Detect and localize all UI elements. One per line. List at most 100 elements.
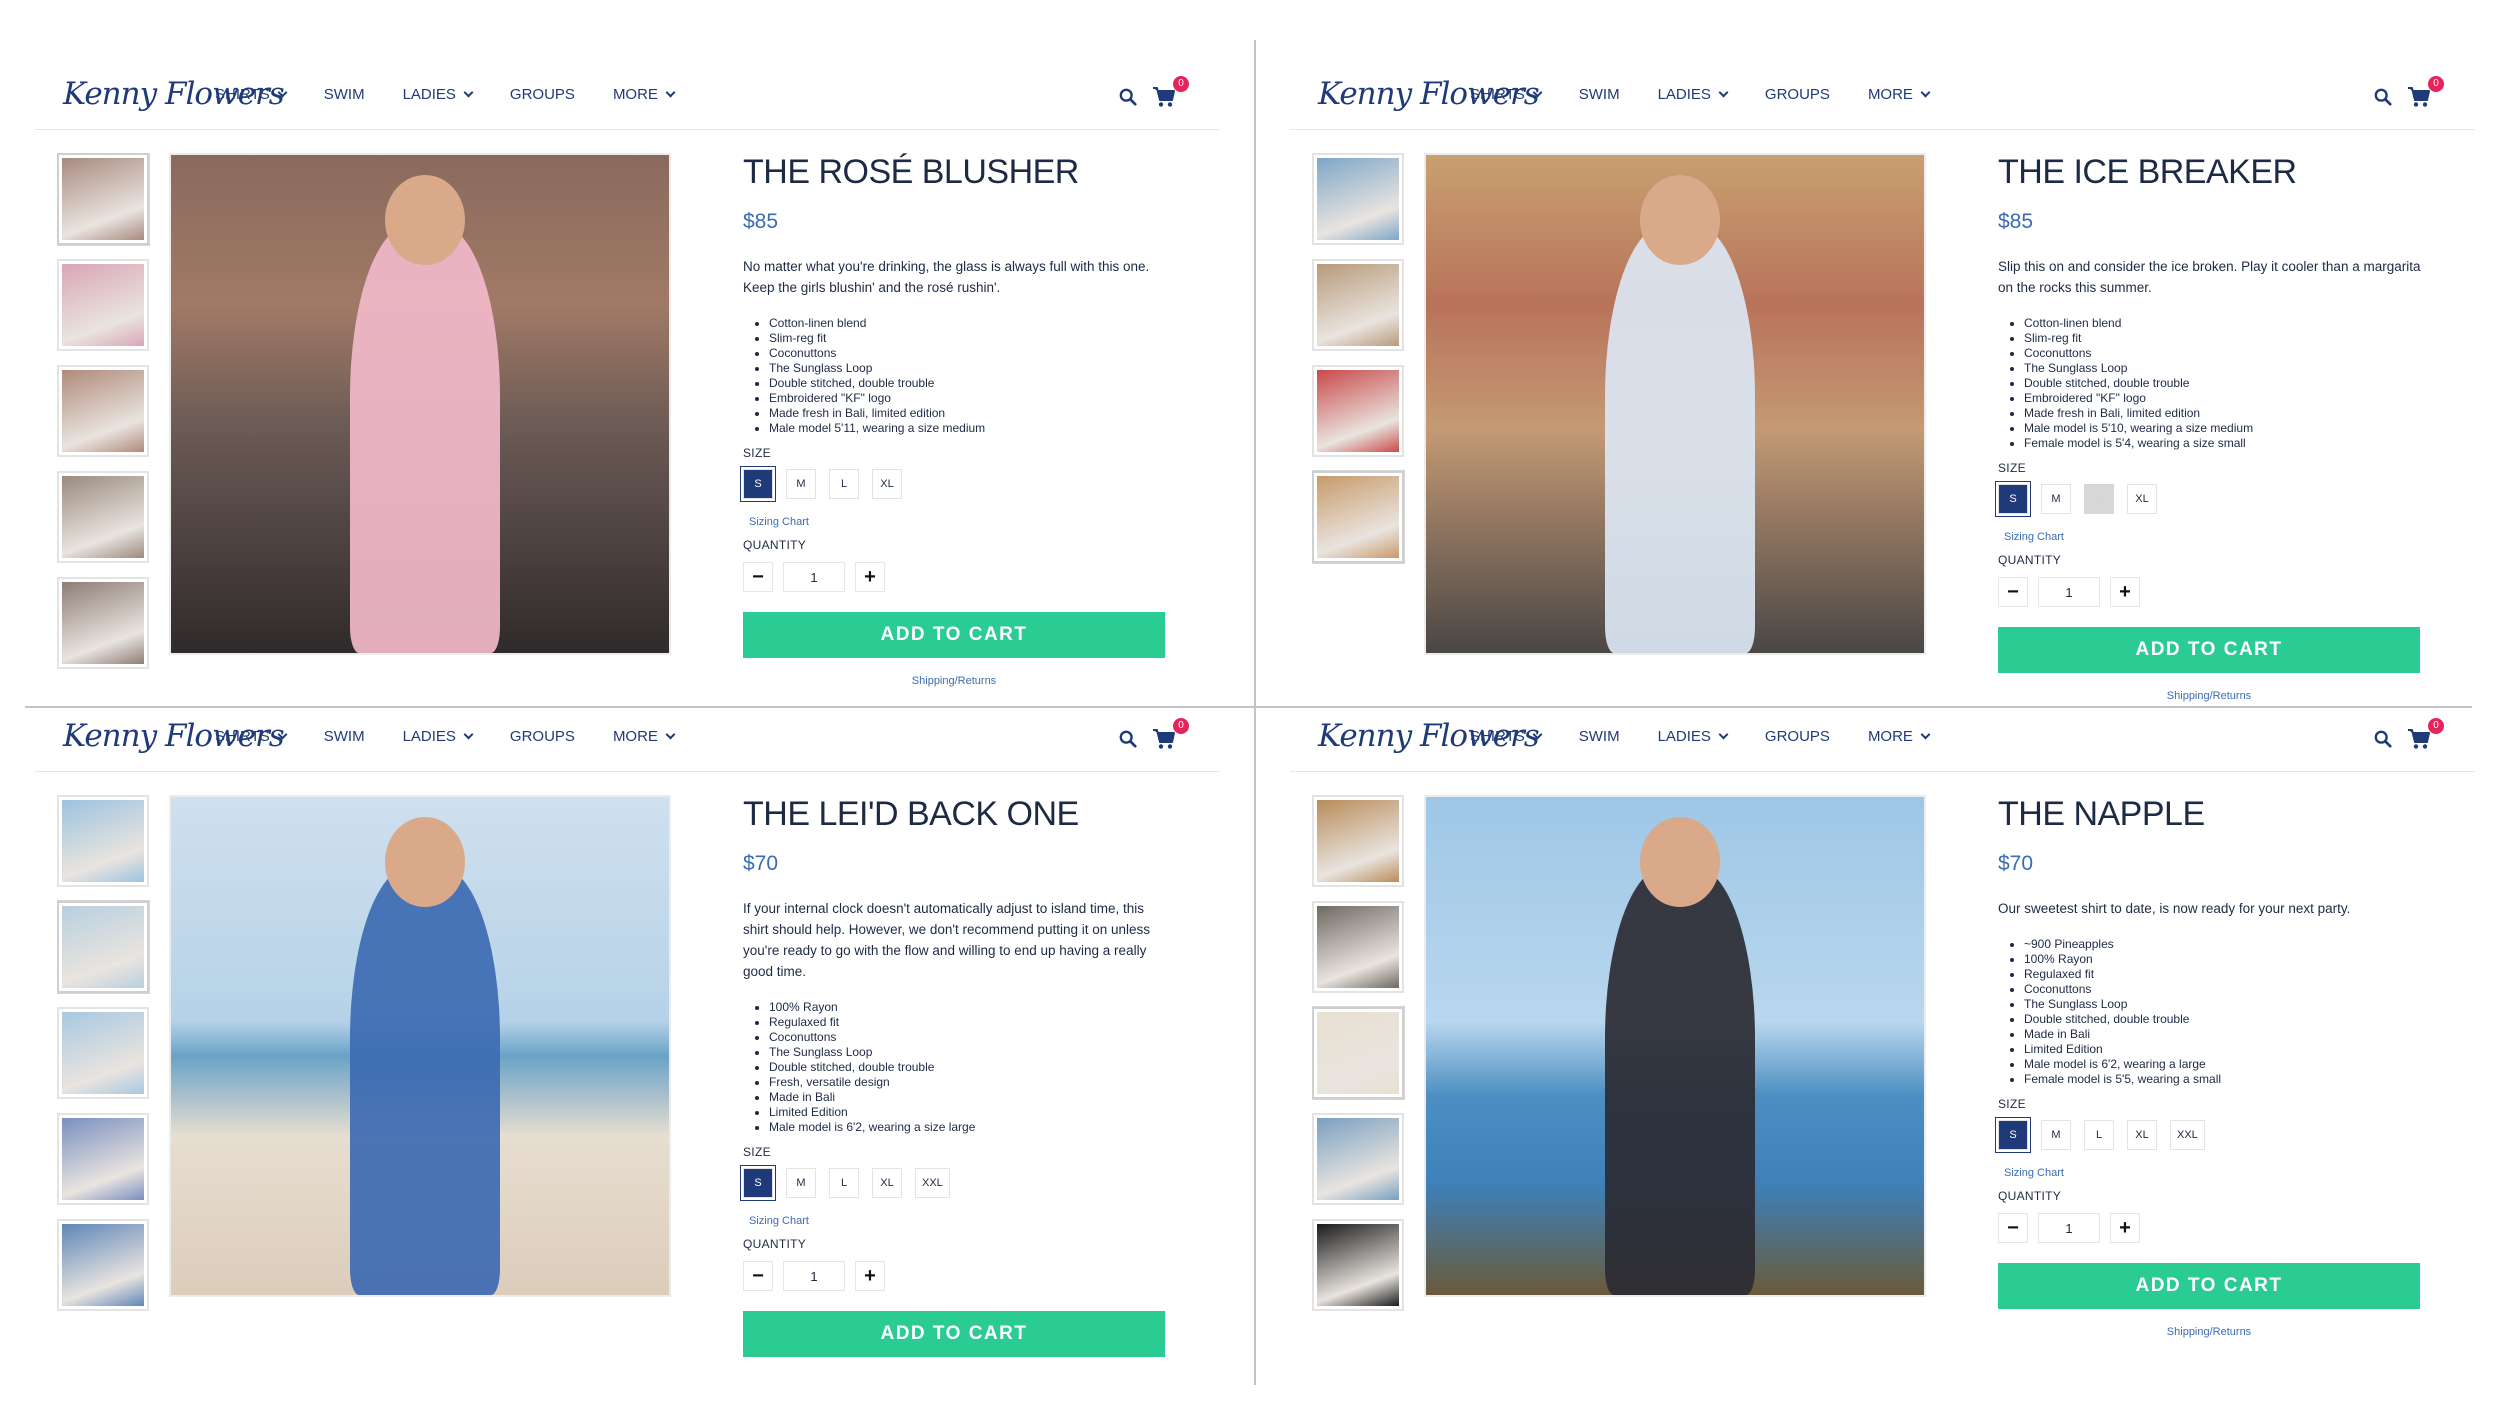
- sizing-chart-link[interactable]: Sizing Chart: [2004, 531, 2428, 543]
- quantity-input[interactable]: 1: [783, 1261, 845, 1291]
- product-thumbnail[interactable]: [1312, 1113, 1404, 1205]
- product-thumbnail[interactable]: [57, 259, 149, 351]
- quantity-input[interactable]: 1: [2038, 577, 2100, 607]
- nav-item-more[interactable]: MORE: [1868, 728, 1931, 745]
- search-icon[interactable]: [2374, 730, 2392, 748]
- cart-icon[interactable]: [1152, 728, 1176, 750]
- add-to-cart-button[interactable]: ADD TO CART: [743, 1311, 1165, 1357]
- product-thumbnail[interactable]: [1312, 471, 1404, 563]
- product-main-image[interactable]: [169, 795, 671, 1297]
- product-main-image[interactable]: [1424, 795, 1926, 1297]
- quantity-increase-button[interactable]: +: [2110, 1213, 2140, 1243]
- thumbnail-image: [62, 906, 144, 988]
- cart-icon[interactable]: [2407, 728, 2431, 750]
- shipping-returns-link[interactable]: Shipping/Returns: [743, 675, 1165, 687]
- size-option-s[interactable]: S: [743, 1168, 773, 1198]
- size-option-l[interactable]: L: [2084, 484, 2114, 514]
- shipping-returns-link[interactable]: Shipping/Returns: [1998, 1326, 2420, 1338]
- nav-item-groups[interactable]: GROUPS: [510, 728, 575, 745]
- product-thumbnail[interactable]: [1312, 1219, 1404, 1311]
- add-to-cart-button[interactable]: ADD TO CART: [743, 612, 1165, 658]
- nav-item-ladies[interactable]: LADIES: [403, 728, 474, 745]
- nav-item-swim[interactable]: SWIM: [1579, 728, 1620, 745]
- product-thumbnail[interactable]: [57, 153, 149, 245]
- thumbnail-strip[interactable]: [1312, 795, 1408, 1315]
- size-option-m[interactable]: M: [2041, 1120, 2071, 1150]
- product-thumbnail[interactable]: [1312, 259, 1404, 351]
- nav-item-more[interactable]: MORE: [613, 86, 676, 103]
- quantity-decrease-button[interactable]: −: [1998, 1213, 2028, 1243]
- product-thumbnail[interactable]: [57, 901, 149, 993]
- search-icon[interactable]: [1119, 730, 1137, 748]
- size-option-m[interactable]: M: [786, 1168, 816, 1198]
- cart-icon[interactable]: [1152, 86, 1176, 108]
- nav-item-groups[interactable]: GROUPS: [1765, 86, 1830, 103]
- product-thumbnail[interactable]: [57, 1113, 149, 1205]
- add-to-cart-button[interactable]: ADD TO CART: [1998, 1263, 2420, 1309]
- quantity-decrease-button[interactable]: −: [1998, 577, 2028, 607]
- search-icon[interactable]: [2374, 88, 2392, 106]
- quantity-decrease-button[interactable]: −: [743, 562, 773, 592]
- nav-item-groups[interactable]: GROUPS: [1765, 728, 1830, 745]
- product-main-image[interactable]: [169, 153, 671, 655]
- quantity-label: QUANTITY: [1998, 1189, 2062, 1203]
- size-option-xxl[interactable]: XXL: [2170, 1120, 2205, 1150]
- nav-item-more[interactable]: MORE: [613, 728, 676, 745]
- quantity-increase-button[interactable]: +: [855, 1261, 885, 1291]
- size-selector: S M L XL XXL: [1998, 1120, 2428, 1150]
- size-option-xxl[interactable]: XXL: [915, 1168, 950, 1198]
- quantity-increase-button[interactable]: +: [2110, 577, 2140, 607]
- size-option-l[interactable]: L: [829, 469, 859, 499]
- nav-item-shirts[interactable]: SHIRTS: [215, 86, 288, 103]
- quantity-input[interactable]: 1: [2038, 1213, 2100, 1243]
- thumbnail-image: [62, 1118, 144, 1200]
- product-thumbnail[interactable]: [1312, 901, 1404, 993]
- nav-item-ladies[interactable]: LADIES: [1658, 86, 1729, 103]
- nav-item-ladies[interactable]: LADIES: [403, 86, 474, 103]
- nav-item-swim[interactable]: SWIM: [324, 728, 365, 745]
- thumbnail-strip[interactable]: [57, 153, 153, 673]
- add-to-cart-button[interactable]: ADD TO CART: [1998, 627, 2420, 673]
- cart-icon[interactable]: [2407, 86, 2431, 108]
- nav-item-groups[interactable]: GROUPS: [510, 86, 575, 103]
- size-option-l[interactable]: L: [829, 1168, 859, 1198]
- size-option-xl[interactable]: XL: [872, 469, 902, 499]
- size-option-s[interactable]: S: [1998, 1120, 2028, 1150]
- quantity-increase-button[interactable]: +: [855, 562, 885, 592]
- nav-item-shirts[interactable]: SHIRTS: [1470, 728, 1543, 745]
- search-icon[interactable]: [1119, 88, 1137, 106]
- product-thumbnail[interactable]: [1312, 795, 1404, 887]
- product-thumbnail[interactable]: [57, 471, 149, 563]
- size-option-xl[interactable]: XL: [2127, 484, 2157, 514]
- quantity-decrease-button[interactable]: −: [743, 1261, 773, 1291]
- size-option-s[interactable]: S: [743, 469, 773, 499]
- sizing-chart-link[interactable]: Sizing Chart: [749, 1215, 1173, 1227]
- nav-item-shirts[interactable]: SHIRTS: [215, 728, 288, 745]
- product-thumbnail[interactable]: [1312, 365, 1404, 457]
- product-thumbnail[interactable]: [57, 795, 149, 887]
- product-thumbnail[interactable]: [57, 1007, 149, 1099]
- sizing-chart-link[interactable]: Sizing Chart: [2004, 1167, 2428, 1179]
- nav-item-swim[interactable]: SWIM: [1579, 86, 1620, 103]
- thumbnail-strip[interactable]: [57, 795, 153, 1315]
- product-main-image[interactable]: [1424, 153, 1926, 655]
- product-thumbnail[interactable]: [1312, 1007, 1404, 1099]
- product-thumbnail[interactable]: [1312, 153, 1404, 245]
- feature-item: ~900 Pineapples: [2024, 937, 2428, 952]
- nav-item-swim[interactable]: SWIM: [324, 86, 365, 103]
- size-option-m[interactable]: M: [2041, 484, 2071, 514]
- product-thumbnail[interactable]: [57, 365, 149, 457]
- sizing-chart-link[interactable]: Sizing Chart: [749, 516, 1173, 528]
- nav-item-shirts[interactable]: SHIRTS: [1470, 86, 1543, 103]
- size-option-m[interactable]: M: [786, 469, 816, 499]
- nav-item-more[interactable]: MORE: [1868, 86, 1931, 103]
- size-option-xl[interactable]: XL: [872, 1168, 902, 1198]
- size-option-l[interactable]: L: [2084, 1120, 2114, 1150]
- thumbnail-strip[interactable]: [1312, 153, 1408, 673]
- quantity-input[interactable]: 1: [783, 562, 845, 592]
- product-thumbnail[interactable]: [57, 1219, 149, 1311]
- product-thumbnail[interactable]: [57, 577, 149, 669]
- nav-item-ladies[interactable]: LADIES: [1658, 728, 1729, 745]
- size-option-s[interactable]: S: [1998, 484, 2028, 514]
- size-option-xl[interactable]: XL: [2127, 1120, 2157, 1150]
